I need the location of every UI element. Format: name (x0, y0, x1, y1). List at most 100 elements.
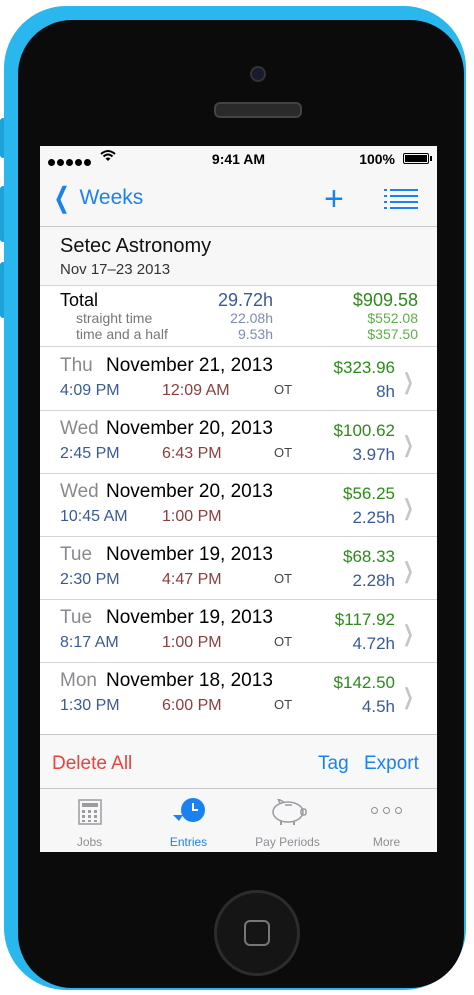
entry-row[interactable]: Wed November 20, 2013 $56.25 10:45 AM 1:… (40, 473, 437, 537)
entry-weekday: Mon (60, 670, 97, 691)
entry-end-time: 6:43 PM (162, 445, 222, 462)
back-label: Weeks (79, 186, 144, 209)
earpiece-speaker (214, 102, 302, 118)
date-range: Nov 17–23 2013 (60, 261, 171, 278)
entry-start-time: 10:45 AM (60, 508, 128, 525)
chevron-right-icon: ❯ (402, 621, 414, 646)
piggy-bank-icon (272, 799, 307, 825)
entry-start-time: 2:45 PM (60, 445, 120, 462)
entry-row[interactable]: Tue November 19, 2013 $68.33 2:30 PM 4:4… (40, 536, 437, 600)
tab-bar: Jobs Entries Pay Periods More (40, 788, 437, 852)
iphone-device: 9:41 AM 100% ❮ Weeks + Setec Astronomy N… (0, 0, 474, 995)
entry-weekday: Tue (60, 544, 93, 565)
delete-all-button[interactable]: Delete All (52, 753, 132, 775)
chevron-right-icon: ❯ (402, 495, 414, 520)
time-and-a-half-label: time and a half (76, 326, 168, 342)
entry-weekday: Wed (60, 481, 99, 502)
entry-date: November 19, 2013 (106, 544, 273, 565)
overtime-badge: OT (274, 697, 293, 712)
chevron-right-icon: ❯ (402, 558, 414, 583)
chevron-right-icon: ❯ (402, 432, 414, 457)
entry-start-time: 1:30 PM (60, 697, 120, 714)
entry-hours: 2.25h (352, 508, 395, 527)
entry-end-time: 6:00 PM (162, 697, 222, 714)
entry-hours: 4.72h (352, 634, 395, 653)
front-camera (250, 66, 266, 82)
entry-row[interactable]: Wed November 20, 2013 $100.62 2:45 PM 6:… (40, 410, 437, 474)
overtime-badge: OT (274, 445, 293, 460)
tag-button[interactable]: Tag (318, 753, 349, 775)
overtime-badge: OT (274, 634, 293, 649)
battery-tip (430, 156, 432, 161)
entry-date: November 18, 2013 (106, 670, 273, 691)
list-view-button[interactable] (384, 188, 418, 210)
entry-weekday: Tue (60, 607, 93, 628)
entry-date: November 20, 2013 (106, 418, 273, 439)
entry-row[interactable]: Tue November 19, 2013 $117.92 8:17 AM 1:… (40, 599, 437, 663)
calculator-icon (78, 799, 102, 825)
entry-date: November 21, 2013 (106, 355, 273, 376)
straight-time-label: straight time (76, 310, 153, 326)
app-screen: 9:41 AM 100% ❮ Weeks + Setec Astronomy N… (40, 146, 437, 852)
entry-weekday: Wed (60, 418, 99, 439)
tab-label: Pay Periods (255, 835, 320, 849)
entry-end-time: 4:47 PM (162, 571, 222, 588)
tab-entries[interactable]: Entries (139, 789, 238, 852)
more-dots-icon (369, 807, 405, 815)
entry-start-time: 2:30 PM (60, 571, 120, 588)
entry-amount: $117.92 (334, 610, 395, 629)
entry-start-time: 4:09 PM (60, 382, 120, 399)
entry-end-time: 1:00 PM (162, 634, 222, 651)
home-square-icon (244, 920, 270, 946)
chevron-left-icon: ❮ (53, 182, 70, 213)
tab-jobs[interactable]: Jobs (40, 789, 139, 852)
entry-hours: 4.5h (361, 697, 395, 716)
entry-row[interactable]: Mon November 18, 2013 $142.50 1:30 PM 6:… (40, 662, 437, 726)
total-amount: $909.58 (352, 290, 418, 310)
entry-date: November 20, 2013 (106, 481, 273, 502)
action-toolbar: Delete All Tag Export (40, 734, 437, 789)
add-entry-button[interactable]: + (324, 180, 344, 219)
status-bar: 9:41 AM 100% (40, 146, 437, 172)
tab-label: Entries (169, 835, 208, 849)
entry-amount: $68.33 (343, 547, 395, 566)
chevron-right-icon: ❯ (402, 369, 414, 394)
plus-icon: + (324, 180, 344, 218)
overtime-badge: OT (274, 382, 293, 397)
entry-amount: $142.50 (333, 673, 395, 692)
entry-hours: 8h (376, 382, 395, 401)
job-name: Setec Astronomy (60, 235, 212, 257)
entry-hours: 3.97h (352, 445, 395, 464)
entry-amount: $100.62 (333, 421, 395, 440)
tab-label: Jobs (76, 835, 103, 849)
navigation-bar: ❮ Weeks + (40, 172, 437, 227)
straight-time-amount: $552.08 (367, 310, 418, 326)
entry-date: November 19, 2013 (106, 607, 273, 628)
back-button[interactable]: ❮ Weeks (50, 182, 144, 213)
clock-icon (173, 798, 205, 822)
tab-label: More (372, 835, 401, 849)
entry-end-time: 1:00 PM (162, 508, 222, 525)
total-label: Total (60, 290, 99, 310)
chevron-right-icon: ❯ (402, 684, 414, 709)
time-and-a-half-amount: $357.50 (367, 326, 418, 342)
entry-row[interactable]: Thu November 21, 2013 $323.96 4:09 PM 12… (40, 347, 437, 411)
time-and-a-half-hours: 9.53h (237, 326, 273, 342)
entry-amount: $323.96 (333, 358, 395, 377)
week-summary-header: Setec Astronomy Nov 17–23 2013 (40, 227, 437, 286)
home-button[interactable] (214, 890, 300, 976)
list-overflow-fade (40, 724, 437, 734)
battery-icon (403, 153, 429, 164)
tab-more[interactable]: More (337, 789, 436, 852)
total-hours: 29.72h (217, 290, 273, 310)
entry-start-time: 8:17 AM (60, 634, 119, 651)
entry-end-time: 12:09 AM (162, 382, 230, 399)
entry-hours: 2.28h (352, 571, 395, 590)
entry-weekday: Thu (60, 355, 93, 376)
totals-row: Total 29.72h $909.58 straight time 22.08… (40, 286, 437, 347)
straight-time-hours: 22.08h (230, 310, 273, 326)
entry-amount: $56.25 (343, 484, 395, 503)
export-button[interactable]: Export (364, 753, 419, 775)
tab-pay-periods[interactable]: Pay Periods (238, 789, 337, 852)
battery-percent: 100% (359, 151, 395, 167)
